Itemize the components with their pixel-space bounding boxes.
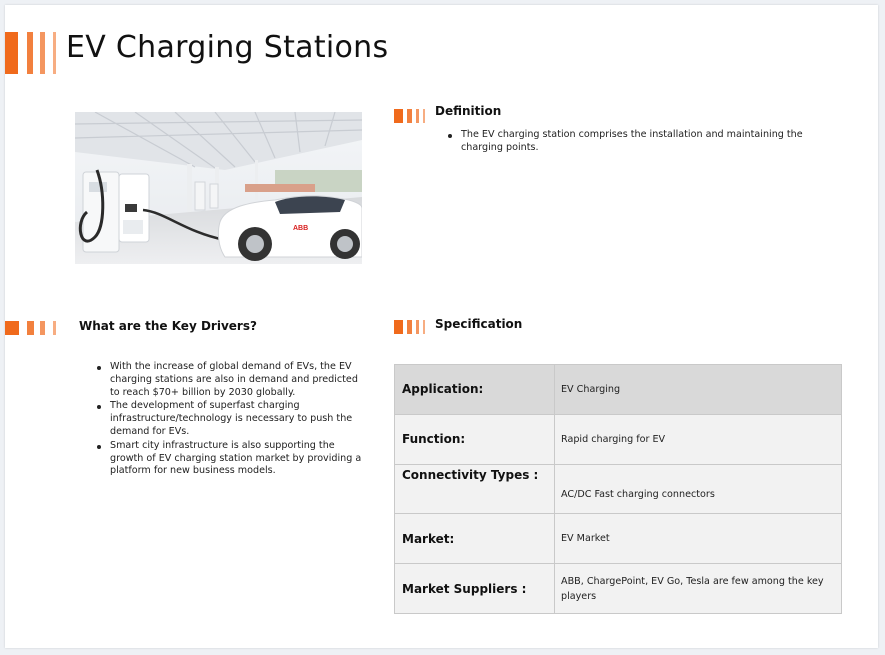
spec-value: ABB, ChargePoint, EV Go, Tesla are few a…	[554, 563, 842, 614]
title-accent-bars	[5, 32, 56, 74]
spec-key: Function:	[394, 413, 555, 465]
specification-heading: Specification	[435, 317, 523, 331]
definition-accent-bars	[394, 109, 425, 123]
spec-key: Market Suppliers :	[394, 563, 555, 614]
definition-list: The EV charging station comprises the in…	[444, 129, 839, 155]
spec-row: Market Suppliers : ABB, ChargePoint, EV …	[394, 563, 842, 614]
drivers-accent-bars	[5, 321, 56, 335]
driver-item: With the increase of global demand of EV…	[93, 361, 363, 399]
drivers-heading: What are the Key Drivers?	[79, 319, 257, 333]
page-title: EV Charging Stations	[66, 30, 389, 65]
definition-heading: Definition	[435, 104, 502, 118]
ev-charging-photo: ABB	[75, 112, 362, 264]
spec-row: Connectivity Types : AC/DC Fast charging…	[394, 463, 842, 515]
drivers-list: With the increase of global demand of EV…	[93, 361, 363, 479]
ev-charging-photo-illustration: ABB	[75, 112, 362, 264]
spec-row: Function: Rapid charging for EV	[394, 413, 842, 465]
spec-value: Rapid charging for EV	[554, 413, 842, 465]
spec-row: Application: EV Charging	[394, 364, 842, 415]
spec-key: Market:	[394, 513, 555, 565]
slide: EV Charging Stations ABB Definition The …	[5, 5, 878, 648]
specification-accent-bars	[394, 320, 425, 334]
spec-key: Connectivity Types :	[394, 463, 555, 515]
spec-value: EV Market	[554, 513, 842, 565]
spec-value: AC/DC Fast charging connectors	[554, 463, 842, 515]
spec-key: Application:	[394, 364, 555, 415]
spec-row: Market: EV Market	[394, 513, 842, 565]
driver-item: Smart city infrastructure is also suppor…	[93, 440, 363, 478]
spec-value: EV Charging	[554, 364, 842, 415]
car-badge-text: ABB	[293, 225, 308, 232]
specification-table: Application: EV Charging Function: Rapid…	[394, 364, 842, 614]
driver-item: The development of superfast charging in…	[93, 400, 363, 438]
definition-item: The EV charging station comprises the in…	[444, 129, 839, 155]
